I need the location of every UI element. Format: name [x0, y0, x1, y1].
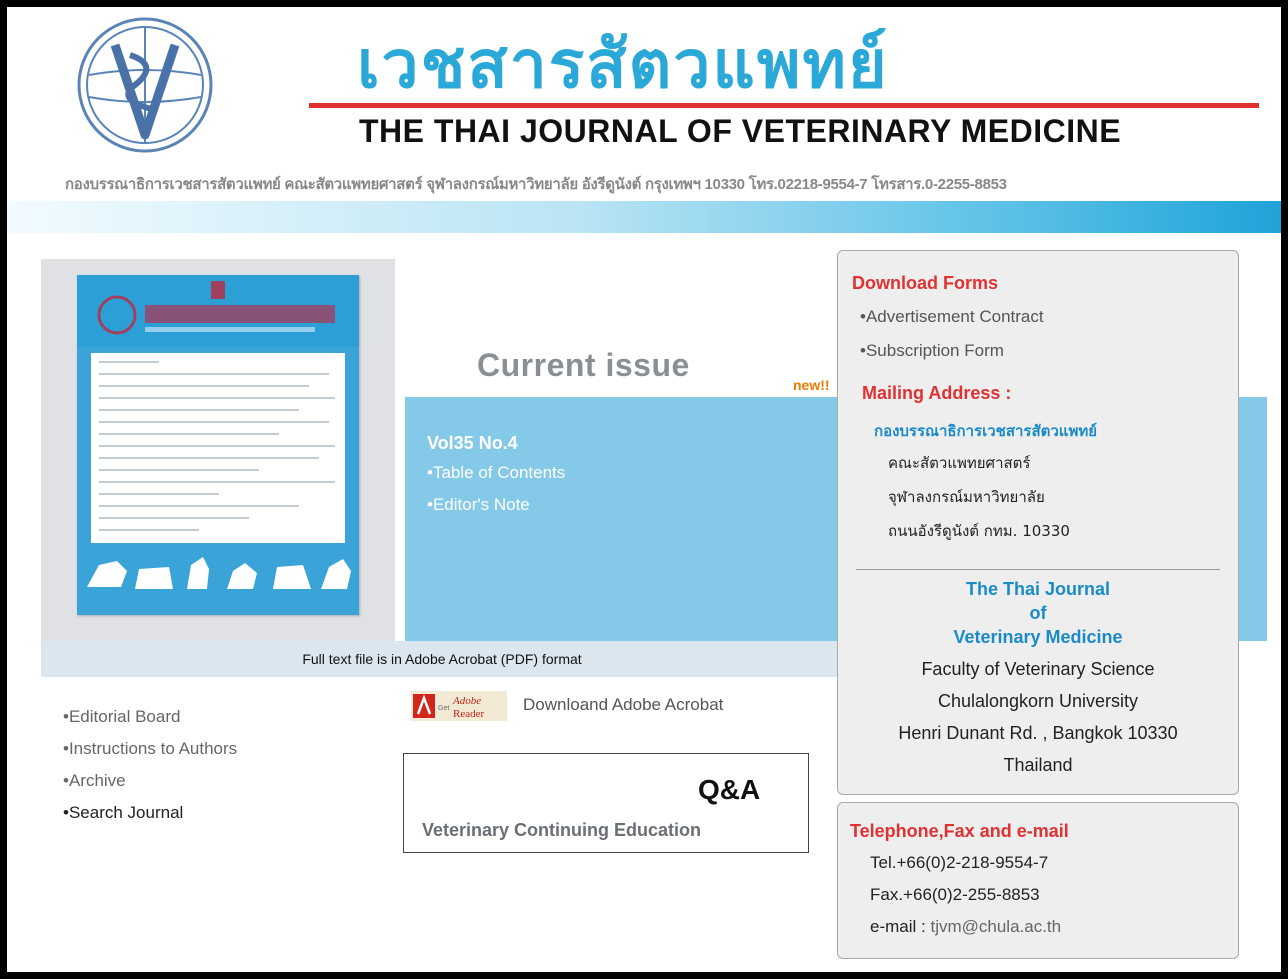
mailing-divider — [856, 569, 1220, 570]
editors-note-link[interactable]: Editor's Note — [427, 495, 530, 515]
nav-instructions-to-authors[interactable]: Instructions to Authors — [63, 739, 237, 759]
header-address-line: กองบรรณาธิการเวชสารสัตวแพทย์ คณะสัตวแพทย… — [65, 176, 1007, 193]
current-issue-cover-image[interactable] — [77, 275, 359, 615]
contact-panel: Telephone,Fax and e-mail Tel.+66(0)2-218… — [837, 802, 1239, 959]
download-adobe-link[interactable]: Downloand Adobe Acrobat — [523, 695, 723, 715]
mailing-en-line-1: Faculty of Veterinary Science — [921, 659, 1155, 679]
svg-text:Reader: Reader — [453, 708, 484, 720]
mailing-en-title-2: of — [1029, 603, 1047, 623]
nav-archive[interactable]: Archive — [63, 771, 126, 791]
pdf-note-text: Full text file is in Adobe Acrobat (PDF)… — [302, 651, 582, 667]
mailing-thai-org: กองบรรณาธิการเวชสารสัตวแพทย์ — [874, 422, 1098, 440]
table-of-contents-link[interactable]: Table of Contents — [427, 463, 565, 483]
qa-title: Q&A — [698, 774, 761, 805]
email-link[interactable]: tjvm@chula.ac.th — [930, 917, 1061, 936]
contact-fax: Fax.+66(0)2-255-8853 — [870, 885, 1040, 904]
journal-title-english: THE THAI JOURNAL OF VETERINARY MEDICINE — [359, 113, 1122, 149]
mailing-thai-line-3: ถนนอังรีดูนังต์ กทม. 10330 — [888, 522, 1070, 540]
contact-heading: Telephone,Fax and e-mail — [850, 821, 1069, 841]
mailing-en-line-3: Henri Dunant Rd. , Bangkok 10330 — [898, 723, 1178, 743]
mailing-thai-line-2: จุฬาลงกรณ์มหาวิทยาลัย — [888, 488, 1045, 506]
mailing-en-line-2: Chulalongkorn University — [937, 691, 1139, 711]
current-issue-heading: Current issue — [477, 347, 690, 383]
subscription-form-link[interactable]: Subscription Form — [860, 341, 1004, 361]
qa-subtitle: Veterinary Continuing Education — [422, 820, 702, 840]
issue-volume: Vol35 No.4 — [427, 433, 518, 453]
nav-editorial-board[interactable]: Editorial Board — [63, 707, 181, 727]
info-panel: Download Forms Advertisement Contract Su… — [837, 250, 1239, 795]
mailing-en-title-1: The Thai Journal — [965, 579, 1111, 599]
qa-box[interactable]: Q&A Veterinary Continuing Education — [403, 753, 809, 853]
cover-contents — [91, 353, 345, 543]
mailing-en-line-4: Thailand — [1003, 755, 1073, 775]
advertisement-contract-link[interactable]: Advertisement Contract — [860, 307, 1044, 327]
header-band — [7, 201, 1281, 233]
page: เวชสารสัตวแพทย์ THE THAI JOURNAL OF VETE… — [7, 7, 1281, 972]
svg-text:Adobe: Adobe — [452, 695, 481, 707]
download-forms-heading: Download Forms — [852, 273, 999, 293]
title-rule — [309, 103, 1259, 108]
mailing-address-heading: Mailing Address : — [862, 383, 1012, 403]
nav-search-journal[interactable]: Search Journal — [63, 803, 183, 823]
mailing-en-title-3: Veterinary Medicine — [953, 627, 1123, 647]
journal-logo[interactable] — [75, 15, 215, 155]
contact-email-row: e-mail : tjvm@chula.ac.th — [870, 917, 1061, 937]
contact-telephone: Tel.+66(0)2-218-9554-7 — [870, 853, 1049, 872]
svg-text:Get: Get — [438, 705, 449, 712]
get-adobe-reader-icon[interactable]: Get Adobe Reader — [411, 691, 507, 721]
cover-masthead-art — [97, 281, 335, 335]
cover-animal-silhouettes — [77, 551, 359, 595]
journal-title-thai: เวชสารสัตวแพทย์ — [357, 26, 889, 103]
mailing-thai-line-1: คณะสัตวแพทยศาสตร์ — [888, 454, 1031, 472]
new-badge: new!! — [793, 377, 830, 393]
cover-masthead — [77, 275, 359, 347]
email-label: e-mail : — [870, 917, 926, 936]
